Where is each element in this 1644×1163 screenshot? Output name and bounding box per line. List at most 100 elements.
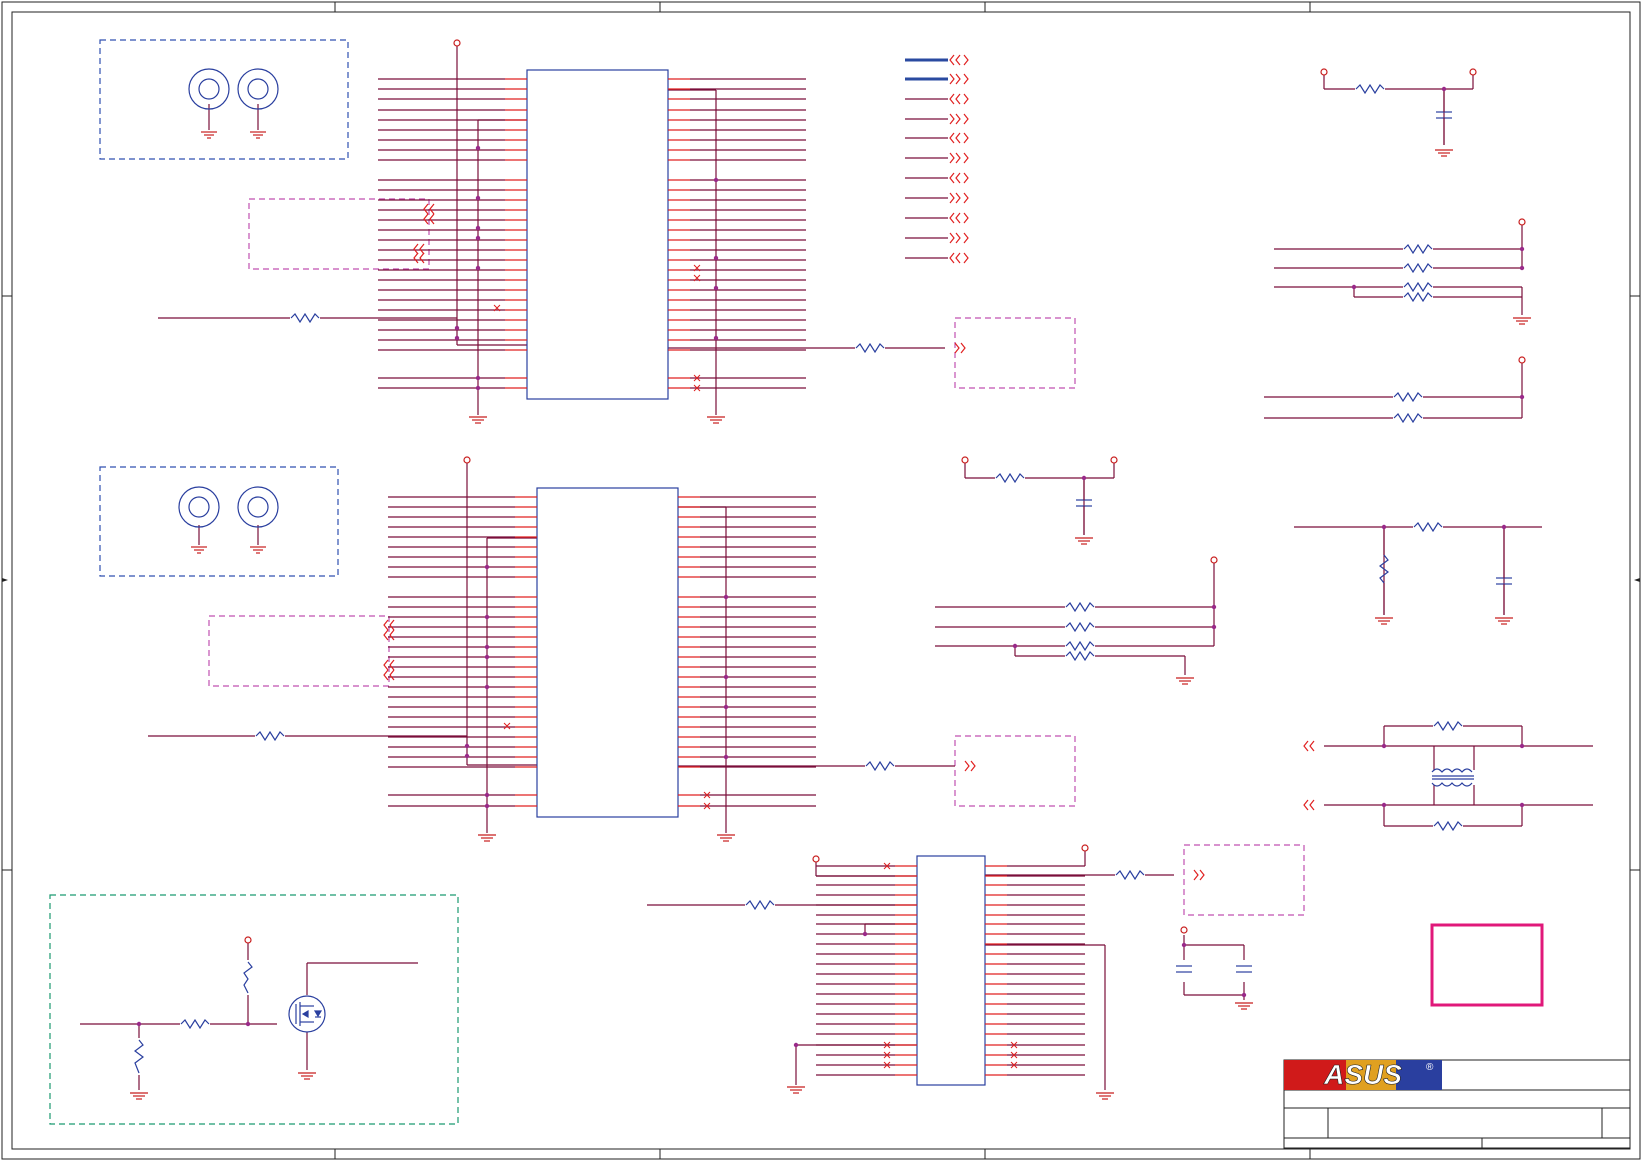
junction-dot-32 — [1211, 604, 1217, 610]
mosfet-circuit-group — [49, 894, 459, 1125]
sheet-edge-arrows — [2, 578, 1640, 582]
junction-dot-15 — [484, 644, 490, 650]
cap-leads — [1083, 89, 1505, 615]
junction-dot-23 — [723, 674, 729, 680]
junction-dot-10 — [713, 255, 719, 261]
junction-dot-37 — [1381, 743, 1387, 749]
offpage-connector-icon-3 — [413, 252, 425, 264]
junction-dot-21 — [484, 803, 490, 809]
junction-dot-8 — [475, 385, 481, 391]
offpage-connector-tail-12 — [963, 73, 969, 85]
junction-dot-24 — [723, 704, 729, 710]
ic-body-1 — [526, 69, 669, 400]
offpage-connector-icon-19 — [949, 212, 961, 224]
junction-dot-38 — [1519, 743, 1525, 749]
offpage-connector-tail-14 — [963, 113, 969, 125]
offpage-connector-tail-18 — [963, 192, 969, 204]
junction-dot-19 — [464, 753, 470, 759]
common-mode-choke-icon — [1431, 768, 1474, 787]
junction-dot-36 — [1501, 524, 1507, 530]
junction-dot-33 — [1211, 624, 1217, 630]
offpage-connector-icon-2 — [413, 243, 425, 255]
junction-dot-3 — [475, 235, 481, 241]
logo-blue-panel — [1396, 1060, 1442, 1090]
junction-dots — [136, 86, 1525, 1048]
junction-dot-41 — [862, 931, 868, 937]
offpage-group-a — [954, 317, 1076, 389]
junction-dot-7 — [475, 375, 481, 381]
ic-body-3 — [916, 855, 986, 1086]
pin-wires — [378, 78, 1085, 1076]
horizontal-resistors — [180, 83, 1463, 1030]
offpage-connector-icon-9 — [964, 760, 976, 772]
offpage-group-c — [1183, 844, 1305, 916]
junction-dot-27 — [1519, 246, 1525, 252]
offpage-connector-icon-13 — [949, 93, 961, 105]
offpage-connector-icon-16 — [949, 152, 961, 164]
offpage-connector-tail-21 — [963, 252, 969, 264]
mosfet-icon — [288, 995, 326, 1033]
junction-dot-22 — [723, 594, 729, 600]
junction-dot-9 — [713, 177, 719, 183]
junction-dot-2 — [475, 225, 481, 231]
offpage-group-b — [954, 735, 1076, 807]
mounting-holes-group-mid — [99, 466, 339, 577]
schematic-sheet: ASUS ® — [0, 0, 1644, 1163]
junction-dot-11 — [713, 285, 719, 291]
offpage-connector-tail-13 — [963, 93, 969, 105]
junction-dot-42 — [793, 1042, 799, 1048]
offpage-connector-tail-16 — [963, 152, 969, 164]
junction-dot-1 — [475, 195, 481, 201]
offpage-connector-tail-20 — [963, 232, 969, 244]
junction-dot-5 — [454, 325, 460, 331]
junction-dot-45 — [136, 1021, 142, 1027]
offpage-connector-tail-11 — [963, 54, 969, 66]
junction-dot-0 — [475, 145, 481, 151]
offpage-connector-icon-22 — [1303, 740, 1315, 752]
vertical-passives — [134, 111, 1512, 1074]
junction-dot-43 — [1181, 942, 1187, 948]
offpage-connector-icon-20 — [949, 232, 961, 244]
junction-dot-25 — [723, 754, 729, 760]
offpage-connector-icon-11 — [949, 54, 961, 66]
ic-body-2 — [536, 487, 679, 818]
junction-dot-12 — [713, 335, 719, 341]
offpage-connector-icon-21 — [949, 252, 961, 264]
offpage-connector-icon-15 — [949, 132, 961, 144]
junction-dot-17 — [484, 684, 490, 690]
power-pins — [244, 39, 1526, 944]
mounting-hole-icons — [178, 68, 279, 528]
junction-dot-18 — [464, 743, 470, 749]
offpage-connector-icon-17 — [949, 172, 961, 184]
junction-dot-14 — [484, 614, 490, 620]
junction-dot-16 — [484, 654, 490, 660]
junction-dot-30 — [1519, 394, 1525, 400]
offpage-connector-icons — [383, 54, 1315, 881]
sheet-frame — [1, 1, 1641, 1160]
junction-dot-26 — [1441, 86, 1447, 92]
junction-dot-31 — [1081, 475, 1087, 481]
junction-dot-40 — [1519, 802, 1525, 808]
note-box — [1430, 923, 1544, 1007]
junction-dot-44 — [1241, 992, 1247, 998]
junction-dot-13 — [484, 564, 490, 570]
bus-lines — [905, 58, 948, 259]
offpage-connector-icon-12 — [949, 73, 961, 85]
junction-dot-35 — [1381, 524, 1387, 530]
mounting-holes-group-top — [99, 39, 349, 160]
offpage-connector-icon-10 — [1193, 869, 1205, 881]
connector-group-mid — [208, 615, 390, 687]
junction-dot-4 — [475, 265, 481, 271]
junction-dot-34 — [1012, 643, 1018, 649]
junction-dot-6 — [454, 335, 460, 341]
offpage-connector-icon-23 — [1303, 799, 1315, 811]
offpage-connector-icon-14 — [949, 113, 961, 125]
junction-dot-46 — [245, 1021, 251, 1027]
registered-mark: ® — [1426, 1062, 1434, 1073]
dashed-group-boxes — [49, 39, 1305, 1125]
schematic-canvas: ASUS ® — [1, 1, 1641, 1160]
asus-logo: ASUS — [1323, 1059, 1402, 1090]
offpage-connector-tail-15 — [963, 132, 969, 144]
no-connect-5 — [503, 722, 511, 730]
offpage-connector-icon-18 — [949, 192, 961, 204]
